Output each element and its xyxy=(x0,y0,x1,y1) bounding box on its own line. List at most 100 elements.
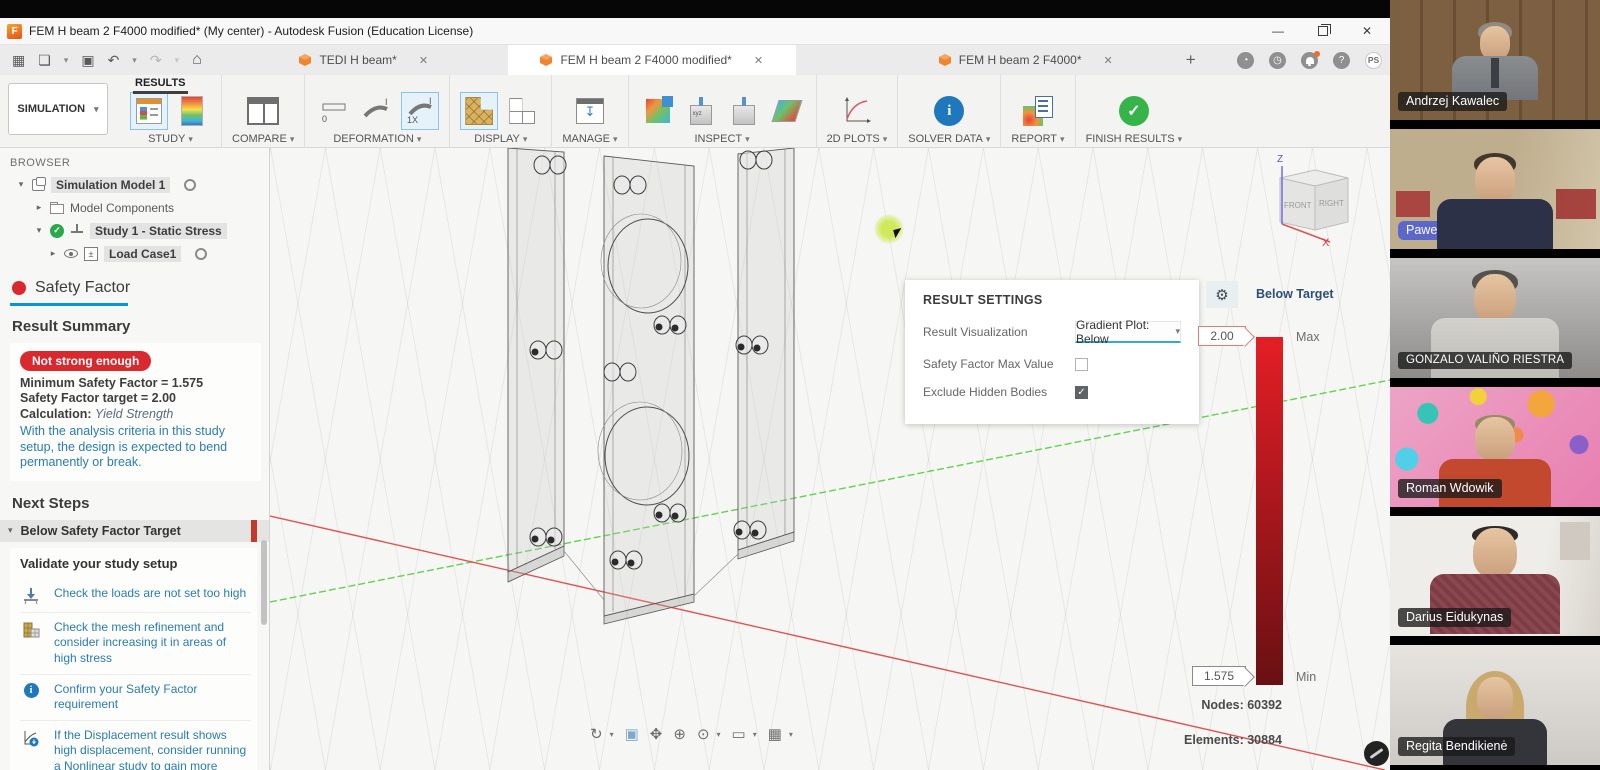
display-settings-icon[interactable]: ▭ xyxy=(732,725,746,743)
calculation-label: Calculation: xyxy=(20,407,92,421)
help-icon[interactable]: ? xyxy=(1333,52,1350,69)
pan-icon[interactable]: ✥ xyxy=(650,725,663,743)
accent-underline xyxy=(10,303,128,306)
chevron-down-icon: ▾ xyxy=(94,104,99,115)
minimize-button[interactable]: — xyxy=(1272,24,1284,38)
undo-icon[interactable]: ↶ xyxy=(108,52,120,69)
next-step-item[interactable]: If the Displacement result shows high di… xyxy=(20,721,251,770)
finish-results-check-icon[interactable]: ✓ xyxy=(1115,92,1153,130)
chevron-down-icon[interactable]: ▾ xyxy=(16,179,26,190)
home-icon[interactable]: ⌂ xyxy=(192,51,202,69)
result-summary-heading: Result Summary xyxy=(12,318,269,335)
document-tab[interactable]: TEDI H beam* ✕ xyxy=(220,45,508,75)
save-icon[interactable]: ▣ xyxy=(81,52,94,69)
display-blocks-icon[interactable] xyxy=(503,92,541,130)
svg-text:0: 0 xyxy=(322,114,327,124)
tree-item-simulation-model[interactable]: ▾ Simulation Model 1 xyxy=(0,173,269,196)
participant-tile[interactable]: Roman Wdowik xyxy=(1390,387,1600,507)
zoom-icon[interactable]: ⊕ xyxy=(673,725,686,743)
tab-close-icon[interactable]: ✕ xyxy=(1104,54,1113,67)
grid-settings-icon[interactable]: ▦ xyxy=(768,725,782,743)
study-browser-icon[interactable] xyxy=(130,92,168,130)
tree-item-model-components[interactable]: ▸ Model Components xyxy=(0,196,269,219)
notifications-bell-icon[interactable] xyxy=(1301,52,1318,69)
chevron-down-icon[interactable]: ▾ xyxy=(753,730,757,739)
chevron-down-icon[interactable]: ▾ xyxy=(64,55,69,66)
look-at-icon[interactable]: ▣ xyxy=(625,725,639,743)
next-step-item[interactable]: i Confirm your Safety Factor requirement xyxy=(20,675,251,721)
chevron-down-icon[interactable]: ▾ xyxy=(789,730,793,739)
legend-max-value[interactable]: 2.00 xyxy=(1198,326,1246,346)
chevron-down-icon[interactable]: ▾ xyxy=(610,730,614,739)
ribbon-tab-results[interactable]: RESULTS xyxy=(133,77,188,94)
exclude-hidden-bodies-checkbox[interactable]: ✓ xyxy=(1075,386,1088,399)
chevron-down-icon[interactable]: ▾ xyxy=(717,730,721,739)
chevron-down-icon[interactable]: ▾ xyxy=(34,225,44,236)
chevron-right-icon[interactable]: ▸ xyxy=(48,248,58,259)
section-red-marker xyxy=(251,520,257,542)
below-target-section-header[interactable]: ▾ Below Safety Factor Target xyxy=(0,520,269,542)
safety-factor-max-checkbox[interactable]: ✓ xyxy=(1075,358,1088,371)
participant-tile[interactable]: Paweł Sułkowicz xyxy=(1390,129,1600,249)
result-visualization-dropdown[interactable]: Gradient Plot: Below ▾ xyxy=(1075,321,1181,343)
legend-min-value[interactable]: 1.575 xyxy=(1192,666,1246,686)
document-tab-active[interactable]: FEM H beam 2 F4000 modified* ✕ xyxy=(508,45,796,75)
job-status-icon[interactable]: ◷ xyxy=(1269,52,1286,69)
file-menu-icon[interactable]: ❏ xyxy=(38,52,51,69)
visibility-eye-icon[interactable] xyxy=(64,249,78,258)
document-tab[interactable]: FEM H beam 2 F4000* ✕ xyxy=(882,45,1170,75)
next-step-item[interactable]: Check the mesh refinement and consider i… xyxy=(20,613,251,675)
manage-icon[interactable]: ↧ xyxy=(571,92,609,130)
deformation-actual-icon[interactable]: I xyxy=(358,92,396,130)
status-ring-icon[interactable] xyxy=(195,248,207,260)
chevron-down-icon[interactable]: ▾ xyxy=(132,55,137,66)
tab-close-icon[interactable]: ✕ xyxy=(419,54,428,67)
inspect-slice-plane-icon[interactable] xyxy=(768,92,806,130)
model-viewport[interactable]: FRONT RIGHT Z X ◤ RESULT SETTINGS Result… xyxy=(270,148,1390,770)
orbit-icon[interactable]: ↻ xyxy=(590,725,603,743)
fit-icon[interactable]: ⊙ xyxy=(697,725,710,743)
meeting-app-logo[interactable] xyxy=(1364,741,1389,766)
chevron-down-icon: ▾ xyxy=(188,134,193,144)
legend-color-bar[interactable] xyxy=(1256,337,1283,685)
participant-tile[interactable]: GONZALO VALIÑO RIESTRA xyxy=(1390,258,1600,378)
solver-data-info-icon[interactable]: i xyxy=(930,92,968,130)
panel-scrollbar[interactable] xyxy=(261,148,267,770)
participant-tile[interactable]: Regita Bendikienė xyxy=(1390,645,1600,765)
report-icon[interactable] xyxy=(1019,92,1057,130)
2d-plots-icon[interactable] xyxy=(838,92,876,130)
next-steps-heading: Next Steps xyxy=(12,495,269,512)
app-menu-icon[interactable]: ▦ xyxy=(12,52,25,69)
chevron-down-icon[interactable]: ▾ xyxy=(175,55,180,66)
legend-gradient-icon[interactable] xyxy=(173,92,211,130)
redo-icon[interactable]: ↷ xyxy=(150,52,162,69)
dialog-title: RESULT SETTINGS xyxy=(923,293,1181,307)
new-tab-button[interactable]: + xyxy=(1170,50,1212,70)
legend-header: Below Target xyxy=(1256,287,1334,301)
workspace-selector[interactable]: SIMULATION ▾ xyxy=(8,83,108,135)
compare-icon[interactable] xyxy=(244,92,282,130)
tab-close-icon[interactable]: ✕ xyxy=(754,54,763,67)
display-mesh-icon[interactable] xyxy=(460,92,498,130)
tree-item-load-case[interactable]: ▸ ± Load Case1 xyxy=(0,242,269,265)
chevron-right-icon[interactable]: ▸ xyxy=(34,202,44,213)
status-ring-icon[interactable] xyxy=(184,179,196,191)
legend-settings-gear-icon[interactable]: ⚙ xyxy=(1206,281,1238,308)
user-avatar[interactable]: PS xyxy=(1365,52,1382,69)
safety-factor-legend-dot xyxy=(12,281,26,295)
ribbon-group-deformation: 0 I I1X DEFORMATION▾ xyxy=(305,75,450,148)
chevron-down-icon: ▾ xyxy=(883,134,888,144)
participant-tile[interactable]: Andrzej Kawalec xyxy=(1390,0,1600,120)
next-step-item[interactable]: Check the loads are not set too high xyxy=(20,579,251,613)
close-button[interactable]: ✕ xyxy=(1362,24,1372,38)
tree-item-study[interactable]: ▾ ✓ Study 1 - Static Stress xyxy=(0,219,269,242)
deformation-scaled-icon[interactable]: I1X xyxy=(401,92,439,130)
inspect-probe-icon[interactable] xyxy=(725,92,763,130)
inspect-probe-xyz-icon[interactable]: xyz xyxy=(682,92,720,130)
extensions-icon[interactable]: ◔ xyxy=(1237,52,1254,69)
deformation-none-icon[interactable]: 0 xyxy=(315,92,353,130)
inspect-results-icon[interactable] xyxy=(639,92,677,130)
restore-button[interactable] xyxy=(1318,26,1328,36)
study-icon xyxy=(70,224,84,237)
participant-tile[interactable]: Darius Eidukynas xyxy=(1390,516,1600,636)
